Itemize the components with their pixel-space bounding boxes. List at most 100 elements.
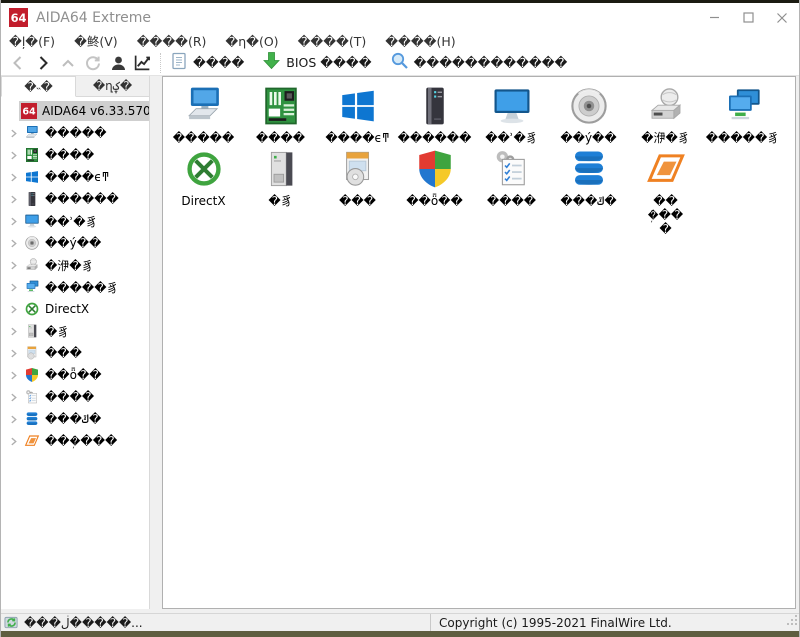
menu-item[interactable]: �鿴(V) (74, 34, 118, 49)
sidebar-item-label: ��ʾ�豸 (45, 213, 98, 230)
pane-splitter[interactable] (150, 76, 162, 609)
resize-grip[interactable] (786, 611, 798, 630)
grid-item-storage[interactable]: �洢�豸 (627, 85, 704, 145)
grid-item-database[interactable]: ���ݿ� (550, 148, 627, 236)
grid-item-server[interactable]: ������ (396, 85, 473, 145)
aida64-logo-icon: 64 (9, 8, 28, 27)
sidebar-item-storage[interactable]: �洢�豸 (1, 254, 149, 276)
sidebar-item-server[interactable]: ������ (1, 188, 149, 210)
sidebar-item-network[interactable]: �����豸 (1, 276, 149, 298)
computer-icon (183, 85, 225, 131)
sidebar: �˵� �ղؼ� 64 AIDA64 v6.33.5700 ����������… (1, 76, 150, 609)
grid-item-devices[interactable]: �豸 (242, 148, 319, 236)
expand-chevron-icon[interactable] (8, 239, 18, 248)
expand-chevron-icon[interactable] (8, 283, 18, 292)
menu-item[interactable]: ����(R) (137, 34, 207, 49)
tab-favorites[interactable]: �ղؼ� (76, 76, 149, 96)
expand-chevron-icon[interactable] (8, 349, 18, 358)
grid-item-benchmark[interactable]: ���ܲ��� (627, 148, 704, 236)
sidebar-item-config[interactable]: ���� (1, 386, 149, 408)
svg-text:64: 64 (22, 107, 36, 118)
sidebar-item-multimedia[interactable]: ��ý�� (1, 232, 149, 254)
up-button[interactable] (55, 52, 80, 74)
back-button[interactable] (5, 52, 30, 74)
sidebar-item-label: DirectX (45, 302, 89, 316)
security-icon (414, 148, 456, 194)
expand-chevron-icon[interactable] (8, 217, 18, 226)
sidebar-item-directx[interactable]: DirectX (1, 298, 149, 320)
grid-item-label: ��ȫ�� (406, 194, 463, 208)
report-document-icon (170, 52, 188, 74)
os-icon (337, 85, 379, 131)
search-button[interactable]: ������������ (390, 51, 568, 74)
expand-chevron-icon[interactable] (8, 393, 18, 402)
green-down-arrow-icon (262, 51, 281, 74)
grid-item-label: ���ܲ��� (643, 194, 689, 236)
grid-item-os[interactable]: ����ϵͳ (319, 85, 396, 145)
directx-icon (23, 301, 40, 317)
grid-item-label: �豸 (268, 194, 292, 208)
sidebar-item-security[interactable]: ��ȫ�� (1, 364, 149, 386)
expand-chevron-icon[interactable] (8, 437, 18, 446)
motherboard-icon (260, 85, 302, 131)
menu-item[interactable]: �ļ�(F) (9, 34, 55, 49)
sidebar-item-os[interactable]: ����ϵͳ (1, 166, 149, 188)
display-icon (23, 213, 40, 229)
computer-icon (23, 125, 40, 141)
sidebar-item-devices[interactable]: �豸 (1, 320, 149, 342)
sidebar-item-software[interactable]: ��� (1, 342, 149, 364)
grid-item-motherboard[interactable]: ���� (242, 85, 319, 145)
expand-chevron-icon[interactable] (8, 327, 18, 336)
sidebar-item-label: ���ݿ� (45, 412, 101, 426)
window-bottom-edge (1, 631, 799, 637)
menu-item[interactable]: �η�(O) (225, 34, 278, 49)
config-icon (491, 148, 533, 194)
grid-item-network[interactable]: �����豸 (704, 85, 781, 145)
sidebar-item-computer[interactable]: ����� (1, 122, 149, 144)
grid-item-multimedia[interactable]: ��ý�� (550, 85, 627, 145)
sidebar-item-database[interactable]: ���ݿ� (1, 408, 149, 430)
report-button[interactable]: ���� (170, 52, 244, 74)
expand-chevron-icon[interactable] (8, 173, 18, 182)
refresh-button[interactable] (80, 52, 105, 74)
minimize-button[interactable] (697, 3, 731, 32)
grid-item-display[interactable]: ��ʾ�豸 (473, 85, 550, 145)
os-icon (23, 169, 40, 185)
user-profile-button[interactable] (105, 52, 130, 74)
grid-item-config[interactable]: ���� (473, 148, 550, 236)
tree-root-aida64[interactable]: 64 AIDA64 v6.33.5700 (1, 100, 149, 122)
storage-icon (645, 85, 687, 131)
expand-chevron-icon[interactable] (8, 305, 18, 314)
menu-item[interactable]: ����(T) (298, 34, 367, 49)
svg-text:64: 64 (11, 11, 27, 25)
motherboard-icon (23, 147, 40, 163)
expand-chevron-icon[interactable] (8, 151, 18, 160)
chart-button[interactable] (130, 52, 155, 74)
forward-button[interactable] (30, 52, 55, 74)
expand-chevron-icon[interactable] (8, 415, 18, 424)
multimedia-icon (568, 85, 610, 131)
database-icon (23, 411, 40, 427)
close-button[interactable] (765, 3, 799, 32)
grid-item-computer[interactable]: ����� (165, 85, 242, 145)
config-icon (23, 389, 40, 405)
display-icon (491, 85, 533, 131)
grid-item-software[interactable]: ��� (319, 148, 396, 236)
grid-item-label: ����� (173, 131, 235, 145)
sidebar-item-display[interactable]: ��ʾ�豸 (1, 210, 149, 232)
sidebar-item-motherboard[interactable]: ���� (1, 144, 149, 166)
software-icon (337, 148, 379, 194)
expand-chevron-icon[interactable] (8, 371, 18, 380)
expand-chevron-icon[interactable] (8, 195, 18, 204)
maximize-button[interactable] (731, 3, 765, 32)
grid-item-security[interactable]: ��ȫ�� (396, 148, 473, 236)
grid-item-label: ��� (339, 194, 376, 208)
expand-chevron-icon[interactable] (8, 261, 18, 270)
expand-chevron-icon[interactable] (8, 129, 18, 138)
tab-menu[interactable]: �˵� (1, 76, 76, 97)
sidebar-item-label: ��ý�� (45, 236, 101, 250)
grid-item-directx[interactable]: DirectX (165, 148, 242, 236)
menu-item[interactable]: ����(H) (385, 34, 455, 49)
sidebar-item-benchmark[interactable]: ���ܲ��� (1, 430, 149, 452)
bios-update-button[interactable]: BIOS ���� (262, 51, 371, 74)
